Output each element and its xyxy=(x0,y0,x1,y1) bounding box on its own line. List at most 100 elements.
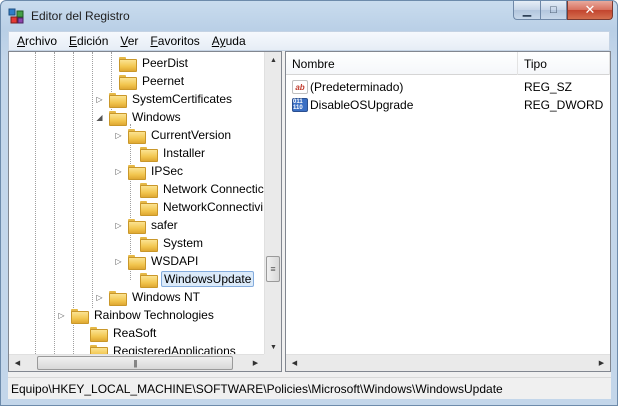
no-expander xyxy=(105,77,114,86)
client-area: PeerDist Peernet ▷ SystemCertificates ◢ Windo… xyxy=(8,51,611,377)
folder-icon xyxy=(140,272,158,288)
tree-item[interactable]: ▷ safer xyxy=(114,216,180,234)
no-expander xyxy=(126,149,135,158)
folder-icon xyxy=(109,290,127,306)
key-tree-pane[interactable]: PeerDist Peernet ▷ SystemCertificates ◢ Windo… xyxy=(8,51,282,372)
tree-item-label: ReaSoft xyxy=(113,326,157,340)
tree-item[interactable]: Network Connectic xyxy=(126,180,265,198)
expand-arrow-icon[interactable]: ▷ xyxy=(114,167,123,176)
no-expander xyxy=(126,275,135,284)
binary-value-icon: 011 110 xyxy=(292,98,308,112)
folder-icon xyxy=(109,92,127,108)
tree-guide-line xyxy=(92,52,93,308)
folder-icon xyxy=(128,164,146,180)
folder-icon xyxy=(128,218,146,234)
menu-ver[interactable]: Ver xyxy=(114,34,144,48)
tree-item[interactable]: Installer xyxy=(126,144,207,162)
expand-arrow-icon[interactable]: ◢ xyxy=(95,113,104,122)
expand-arrow-icon[interactable]: ▷ xyxy=(95,95,104,104)
string-value-icon: ab xyxy=(292,80,308,94)
tree-item[interactable]: ▷ WSDAPI xyxy=(114,252,200,270)
value-name: DisableOSUpgrade xyxy=(310,98,414,112)
window-title: Editor del Registro xyxy=(31,9,130,23)
column-header: Nombre Tipo xyxy=(286,52,610,75)
tree-item[interactable]: System xyxy=(126,234,205,252)
menu-archivo-accesskey: A xyxy=(17,34,26,48)
scroll-left-icon[interactable]: ◀ xyxy=(9,355,26,371)
scrollbar-corner xyxy=(264,354,281,371)
menu-archivo[interactable]: Archivo xyxy=(11,34,63,48)
value-type: REG_SZ xyxy=(524,80,573,94)
scroll-up-icon[interactable]: ▲ xyxy=(265,52,281,69)
value-row[interactable]: ab (Predeterminado) REG_SZ xyxy=(286,78,610,96)
value-row[interactable]: 011 110 DisableOSUpgrade REG_DWORD xyxy=(286,96,610,114)
column-name-label: Nombre xyxy=(292,56,335,71)
folder-icon xyxy=(128,128,146,144)
tree-item[interactable]: ▷ Windows NT xyxy=(95,288,202,306)
tree-item[interactable]: NetworkConnectivi xyxy=(126,198,265,216)
tree-item[interactable]: ▷ IPSec xyxy=(114,162,185,180)
tree-item-label: NetworkConnectivi xyxy=(163,200,264,214)
no-expander xyxy=(126,203,135,212)
values-list-pane[interactable]: Nombre Tipo ab (Predeterminado) REG_SZ 0… xyxy=(285,51,611,372)
tree-vertical-scrollbar[interactable]: ▲ ≡ ▼ xyxy=(264,52,281,356)
tree-item-label: CurrentVersion xyxy=(151,128,232,142)
tree-item-label: WSDAPI xyxy=(151,254,199,268)
tree-item[interactable]: WindowsUpdate xyxy=(126,270,255,288)
tree-guide-line xyxy=(54,52,55,356)
expand-arrow-icon[interactable]: ▷ xyxy=(114,257,123,266)
menu-favoritos[interactable]: Favoritos xyxy=(144,34,205,48)
tree-item-label: Peernet xyxy=(142,74,185,88)
menu-archivo-label: rchivo xyxy=(25,34,58,48)
menu-favoritos-accesskey: F xyxy=(150,34,158,48)
menu-ayuda[interactable]: Ayuda xyxy=(206,34,252,48)
tree-item[interactable]: ReaSoft xyxy=(76,324,158,342)
tree-item-label: safer xyxy=(151,218,178,232)
close-button[interactable]: ✕ xyxy=(567,1,613,20)
scroll-right-icon[interactable]: ▶ xyxy=(247,355,264,371)
tree-item[interactable]: ◢ Windows xyxy=(95,108,183,126)
menu-ver-accesskey: V xyxy=(120,34,128,48)
folder-icon xyxy=(140,182,158,198)
values-horizontal-scrollbar[interactable]: ◀ ▶ xyxy=(286,354,610,371)
tree-item[interactable]: PeerDist xyxy=(105,54,190,72)
tree-item-label: Network Connectic xyxy=(163,182,264,196)
minimize-icon: ▁ xyxy=(522,4,532,17)
scroll-thumb[interactable]: ||| xyxy=(37,356,233,370)
folder-icon xyxy=(140,236,158,252)
column-type[interactable]: Tipo xyxy=(518,52,610,75)
folder-icon xyxy=(90,326,108,342)
tree-item[interactable]: ▷ SystemCertificates xyxy=(95,90,234,108)
scroll-thumb[interactable]: ≡ xyxy=(266,256,280,282)
menu-ayuda-label: uda xyxy=(225,34,246,48)
scroll-left-icon[interactable]: ◀ xyxy=(286,355,303,371)
tree-item-label: Windows NT xyxy=(132,290,201,304)
column-type-label: Tipo xyxy=(524,56,547,71)
menu-edicion[interactable]: Edición xyxy=(63,34,114,48)
folder-icon xyxy=(119,74,137,90)
menu-ver-label: er xyxy=(127,34,139,48)
maximize-button[interactable]: □ xyxy=(540,1,567,20)
expand-arrow-icon[interactable]: ▷ xyxy=(95,293,104,302)
menu-edicion-label: dición xyxy=(77,34,109,48)
column-name[interactable]: Nombre xyxy=(286,52,518,75)
title-bar[interactable]: Editor del Registro ▁ □ ✕ xyxy=(1,1,617,31)
tree-item[interactable]: Peernet xyxy=(105,72,186,90)
folder-icon xyxy=(128,254,146,270)
folder-icon xyxy=(71,308,89,324)
tree-guide-line xyxy=(35,52,36,356)
close-icon: ✕ xyxy=(584,2,596,17)
menu-edicion-accesskey: E xyxy=(69,34,78,48)
tree-horizontal-scrollbar[interactable]: ◀ ||| ▶ xyxy=(9,354,264,371)
tree-item[interactable]: ▷ CurrentVersion xyxy=(114,126,233,144)
tree-item[interactable]: ▷ Rainbow Technologies xyxy=(57,306,216,324)
no-expander xyxy=(126,185,135,194)
expand-arrow-icon[interactable]: ▷ xyxy=(114,221,123,230)
expand-arrow-icon[interactable]: ▷ xyxy=(57,311,66,320)
tree-item-label: IPSec xyxy=(151,164,184,178)
value-type: REG_DWORD xyxy=(524,98,604,112)
expand-arrow-icon[interactable]: ▷ xyxy=(114,131,123,140)
minimize-button[interactable]: ▁ xyxy=(513,1,540,20)
status-bar: Equipo\HKEY_LOCAL_MACHINE\SOFTWARE\Polic… xyxy=(8,377,611,399)
scroll-right-icon[interactable]: ▶ xyxy=(593,355,610,371)
